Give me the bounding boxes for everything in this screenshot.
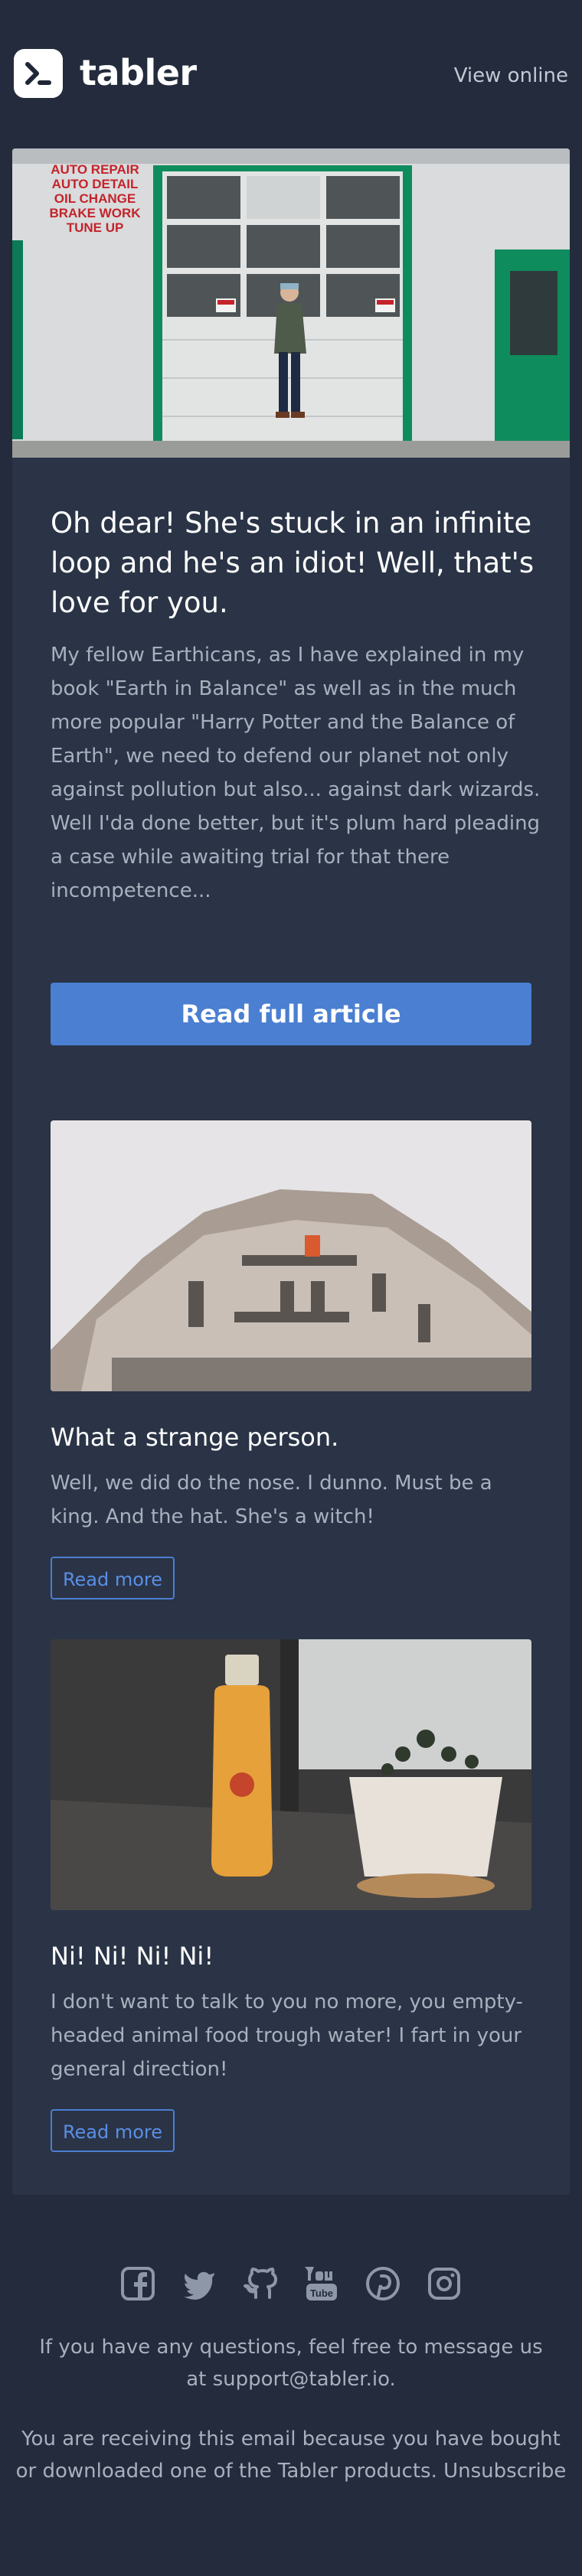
- email-header: tabler View online: [12, 47, 570, 103]
- read-more-button[interactable]: Read more: [51, 1557, 175, 1599]
- read-full-article-button[interactable]: Read full article: [51, 983, 531, 1045]
- article-lead: My fellow Earthicans, as I have explaine…: [51, 644, 541, 902]
- pinterest-icon[interactable]: [365, 2265, 401, 2302]
- article-headline: Oh dear! She's stuck in an infinite loop…: [51, 507, 535, 619]
- view-online-link[interactable]: View online: [454, 64, 568, 87]
- tabler-logo-icon[interactable]: [14, 49, 63, 98]
- post-text: I don't want to talk to you no more, you…: [51, 1991, 523, 2081]
- svg-text:Tube: Tube: [310, 2287, 333, 2299]
- youtube-icon[interactable]: Tube: [303, 2265, 340, 2302]
- email-card: AUTO REPAIR AUTO DETAIL OIL CHANGE BRAKE…: [12, 148, 570, 2195]
- hero-sign-text: AUTO REPAIR AUTO DETAIL OIL CHANGE BRAKE…: [49, 162, 141, 235]
- sign-line: OIL CHANGE: [54, 191, 136, 206]
- footer-receiving: You are receiving this email because you…: [15, 2423, 567, 2487]
- instagram-icon[interactable]: [426, 2265, 463, 2302]
- support-email-link[interactable]: support@tabler.io.: [213, 2368, 396, 2391]
- post-title: Ni! Ni! Ni! Ni!: [51, 1942, 214, 1971]
- social-links: Tube: [0, 2265, 582, 2311]
- read-more-button[interactable]: Read more: [51, 2109, 175, 2152]
- twitter-icon[interactable]: [181, 2265, 217, 2302]
- footer-questions: If you have any questions, feel free to …: [31, 2331, 551, 2395]
- unsubscribe-link[interactable]: Unsubscribe: [443, 2460, 566, 2483]
- sign-line: AUTO DETAIL: [51, 177, 139, 191]
- post-title: What a strange person.: [51, 1423, 339, 1452]
- post-image-still-life[interactable]: [51, 1639, 531, 1910]
- github-icon[interactable]: [242, 2265, 279, 2302]
- sign-line: BRAKE WORK: [49, 206, 141, 220]
- hero-image: AUTO REPAIR AUTO DETAIL OIL CHANGE BRAKE…: [12, 148, 570, 458]
- brand-name: tabler: [80, 52, 197, 93]
- sign-line: TUNE UP: [66, 220, 124, 235]
- facebook-icon[interactable]: [119, 2265, 156, 2302]
- post-text: Well, we did do the nose. I dunno. Must …: [51, 1472, 492, 1528]
- post-image-building[interactable]: [51, 1120, 531, 1391]
- sign-line: AUTO REPAIR: [51, 162, 139, 177]
